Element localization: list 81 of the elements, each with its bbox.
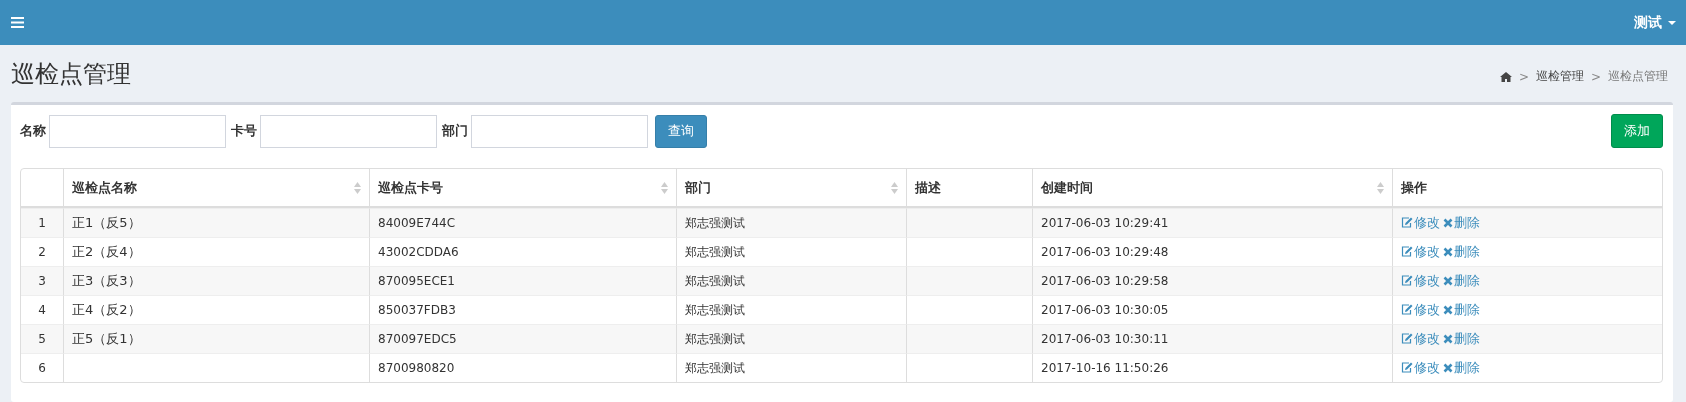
column-header: 部门 xyxy=(685,178,711,197)
breadcrumb-link[interactable]: 巡检点管理 xyxy=(1608,68,1668,85)
edit-link[interactable]: 修改 xyxy=(1401,242,1440,261)
filter-label: 名称 xyxy=(20,122,46,140)
add-button[interactable]: 添加 xyxy=(1611,114,1663,148)
edit-icon xyxy=(1401,304,1413,316)
table-cell: 郑志强测试 xyxy=(685,215,745,230)
table-cell: 正2（反4） xyxy=(72,244,141,259)
row-number: 5 xyxy=(38,332,46,346)
breadcrumb-link[interactable]: 巡检管理 xyxy=(1535,68,1584,85)
menu-button[interactable] xyxy=(11,17,24,28)
close-icon xyxy=(1443,276,1453,287)
close-icon xyxy=(1443,334,1453,345)
table-cell: 2017-06-03 10:29:41 xyxy=(1041,216,1169,230)
edit-link[interactable]: 修改 xyxy=(1401,213,1440,232)
table-cell: 870095ECE1 xyxy=(378,274,455,288)
close-icon xyxy=(1443,363,1453,374)
edit-icon xyxy=(1401,217,1413,229)
column-header: 巡检点名称 xyxy=(72,178,137,197)
page-title: 巡检点管理 xyxy=(11,58,131,90)
delete-link[interactable]: 删除 xyxy=(1443,243,1480,262)
row-number: 3 xyxy=(38,274,46,288)
table-cell: 2017-10-16 11:50:26 xyxy=(1041,361,1169,375)
table-cell: 郑志强测试 xyxy=(685,302,745,317)
delete-link[interactable]: 删除 xyxy=(1443,330,1480,349)
sort-icon[interactable] xyxy=(1377,181,1384,194)
caret-icon xyxy=(1668,20,1676,25)
edit-link[interactable]: 修改 xyxy=(1401,329,1440,348)
close-icon xyxy=(1443,305,1453,316)
table-cell: 43002CDDA6 xyxy=(378,245,459,259)
row-number: 1 xyxy=(38,216,46,230)
edit-link[interactable]: 修改 xyxy=(1401,271,1440,290)
edit-icon xyxy=(1401,333,1413,345)
sort-icon[interactable] xyxy=(354,181,361,194)
close-icon xyxy=(1443,247,1453,258)
row-number: 6 xyxy=(38,361,46,375)
edit-icon xyxy=(1401,362,1413,374)
breadcrumb-separator: > xyxy=(1590,69,1601,84)
input-field[interactable] xyxy=(471,114,648,148)
table-cell: 郑志强测试 xyxy=(685,360,745,375)
row-number: 4 xyxy=(38,303,46,317)
close-icon xyxy=(1443,218,1453,229)
table-cell: 郑志强测试 xyxy=(685,331,745,346)
column-header: 操作 xyxy=(1401,178,1427,197)
input-field[interactable] xyxy=(49,114,226,148)
sort-icon[interactable] xyxy=(891,181,898,194)
delete-link[interactable]: 删除 xyxy=(1443,272,1480,291)
table-cell: 2017-06-03 10:29:48 xyxy=(1041,245,1169,259)
table-cell: 2017-06-03 10:29:58 xyxy=(1041,274,1169,288)
table-cell: 正4（反2） xyxy=(72,302,141,317)
menu-icon xyxy=(11,17,24,28)
edit-link[interactable]: 修改 xyxy=(1401,358,1440,377)
filter-label: 部门 xyxy=(442,122,468,140)
table-cell: 正5（反1） xyxy=(72,331,141,346)
table-cell: 84009E744C xyxy=(378,216,456,230)
column-header: 巡检点卡号 xyxy=(378,178,443,197)
table-cell: 2017-06-03 10:30:11 xyxy=(1041,332,1169,346)
user-menu[interactable]: 测试 xyxy=(1634,13,1676,32)
table-cell: 8700980820 xyxy=(378,361,455,375)
search-button[interactable]: 查询 xyxy=(655,114,707,148)
delete-link[interactable]: 删除 xyxy=(1443,214,1480,233)
table-cell: 正3（反3） xyxy=(72,273,141,288)
table-cell: 郑志强测试 xyxy=(685,273,745,288)
table-cell: 正1（反5） xyxy=(72,215,141,230)
input-field[interactable] xyxy=(260,114,437,148)
table-cell: 870097EDC5 xyxy=(378,332,457,346)
breadcrumb-separator: > xyxy=(1518,69,1529,84)
column-header: 描述 xyxy=(915,178,941,197)
delete-link[interactable]: 删除 xyxy=(1443,359,1480,378)
table-cell: 2017-06-03 10:30:05 xyxy=(1041,303,1169,317)
row-number: 2 xyxy=(38,245,46,259)
home-icon[interactable] xyxy=(1499,71,1512,82)
table-cell: 郑志强测试 xyxy=(685,244,745,259)
sort-icon[interactable] xyxy=(661,181,668,194)
edit-link[interactable]: 修改 xyxy=(1401,300,1440,319)
edit-icon xyxy=(1401,275,1413,287)
delete-link[interactable]: 删除 xyxy=(1443,301,1480,320)
edit-icon xyxy=(1401,246,1413,258)
table-cell: 850037FDB3 xyxy=(378,303,456,317)
column-header: 创建时间 xyxy=(1041,178,1093,197)
filter-label: 卡号 xyxy=(231,122,257,140)
